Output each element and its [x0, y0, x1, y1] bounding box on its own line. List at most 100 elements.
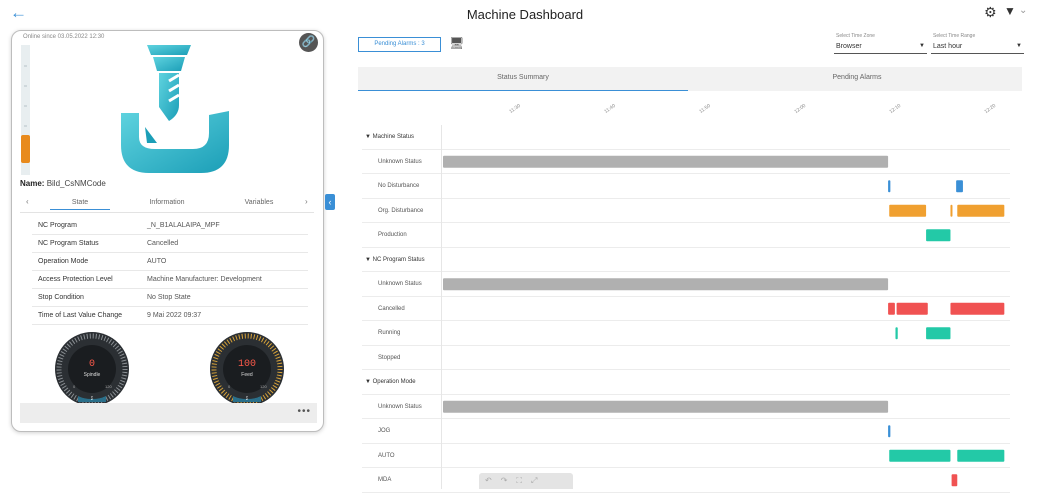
time-range-select[interactable]: Select Time Range Last hour ▼ — [931, 32, 1024, 54]
timeline-row: Running — [362, 321, 1010, 346]
timeline-row-label: Production — [378, 232, 407, 238]
dropdown-arrow-icon: ▼ — [919, 43, 925, 49]
spindle-gauge: 0 Spindle 0 120 Σ — [55, 332, 129, 406]
timeline-row-label: Running — [378, 330, 401, 336]
more-options-icon[interactable]: ••• — [297, 406, 311, 417]
table-row: Access Protection Level Machine Manufactu… — [32, 271, 308, 289]
timeline-row-label: ▼ Operation Mode — [365, 379, 416, 385]
timeline-row-label: ▼ NC Program Status — [365, 256, 425, 263]
row-key: NC Program Status — [38, 240, 99, 247]
time-zone-value: Browser — [836, 43, 862, 50]
row-value: No Stop State — [147, 294, 191, 301]
chevron-down-icon[interactable]: ⌄ — [1019, 5, 1027, 16]
table-row: NC Program Status Cancelled — [32, 235, 308, 253]
timeline-row: JOG — [362, 419, 1010, 444]
filter-icon[interactable]: ▼ — [1004, 4, 1016, 18]
feed-value: 100 — [238, 359, 256, 370]
time-tick: 12:20 — [983, 102, 998, 116]
card-tabs: ‹ State Information Variables › — [20, 193, 314, 213]
timeline-group-row[interactable]: ▼ Operation Mode — [362, 370, 1010, 395]
table-row: Operation Mode AUTO — [32, 253, 308, 271]
tab-status-summary[interactable]: Status Summary — [358, 74, 688, 91]
machine-name-value: Bild_CsNMCode — [46, 179, 106, 188]
top-bar: ← Machine Dashboard ⚙ ▼ ⌄ — [0, 0, 1050, 28]
row-value: 9 Mai 2022 09:37 — [147, 312, 202, 319]
row-key: Time of Last Value Change — [38, 312, 123, 319]
timeline-group-row[interactable]: ▼ Machine Status — [362, 125, 1010, 150]
timeline-row-label: Unknown Status — [378, 403, 422, 410]
timeline-row: Unknown Status — [362, 150, 1010, 174]
row-value: AUTO — [147, 258, 167, 265]
machine-name-label: Name: — [20, 179, 45, 188]
card-footer: ••• — [20, 403, 317, 423]
link-icon[interactable]: 🔗 — [299, 33, 318, 52]
timeline-row-label: ▼ Machine Status — [365, 134, 414, 140]
row-value: Cancelled — [147, 240, 179, 247]
monitor-icon[interactable]: 🖥 — [449, 36, 464, 50]
timeline-row: Production — [362, 223, 1010, 248]
table-row: NC Program _N_B1ALALAIPA_MPF — [32, 217, 308, 235]
machine-logo-icon — [121, 45, 229, 173]
dropdown-arrow-icon: ▼ — [1016, 43, 1022, 49]
time-tick: 12:10 — [888, 102, 903, 116]
chevron-right-icon[interactable]: › — [305, 197, 308, 206]
tab-state[interactable]: State — [50, 199, 110, 210]
row-key: Operation Mode — [38, 258, 89, 265]
summary-tabs: Status Summary Pending Alarms — [358, 67, 1022, 91]
tab-pending-alarms[interactable]: Pending Alarms — [692, 74, 1022, 81]
row-key: NC Program — [38, 222, 77, 229]
timeline-row: No Disturbance — [362, 174, 1010, 199]
timeline-row-label: No Disturbance — [378, 183, 420, 189]
time-tick: 11:50 — [698, 103, 712, 115]
feed-label: Feed — [241, 372, 253, 378]
timeline-row-label: Unknown Status — [378, 281, 422, 287]
collapse-panel-button[interactable]: ‹ — [325, 194, 335, 210]
spindle-max: 120 — [105, 384, 112, 389]
timeline-row: Stopped — [362, 346, 1010, 370]
row-key: Access Protection Level — [38, 276, 113, 283]
page-title: Machine Dashboard — [466, 7, 584, 22]
timeline-row-label: Org. Disturbance — [378, 207, 424, 214]
state-table: NC Program _N_B1ALALAIPA_MPF NC Program S… — [32, 217, 308, 325]
timeline-row: Unknown Status — [362, 272, 1010, 297]
time-range-value: Last hour — [933, 43, 963, 50]
feed-max: 120 — [260, 384, 267, 389]
row-key: Stop Condition — [38, 294, 84, 301]
chart-toolbar[interactable]: ↶↷⛶⤢ — [479, 473, 573, 489]
spindle-value: 0 — [89, 359, 95, 370]
timeline-row: Unknown Status — [362, 395, 1010, 419]
row-value: Machine Manufacturer: Development — [147, 276, 262, 283]
time-tick: 11:30 — [508, 103, 522, 115]
spindle-label: Spindle — [84, 372, 101, 378]
row-value: _N_B1ALALAIPA_MPF — [147, 222, 220, 229]
time-tick: 12:00 — [793, 102, 808, 116]
timeline-row-label: Cancelled — [378, 305, 405, 312]
tab-information[interactable]: Information — [137, 199, 197, 206]
timeline-row-label: JOG — [378, 428, 391, 434]
time-zone-label: Select Time Zone — [836, 33, 875, 39]
timeline-group-row[interactable]: ▼ NC Program Status — [362, 248, 1010, 272]
table-row: Stop Condition No Stop State — [32, 289, 308, 307]
status-timeline: ▼ Machine Status Unknown Status No Disturb… — [362, 125, 1010, 493]
time-tick: 11:40 — [603, 103, 617, 115]
gear-icon[interactable]: ⚙ — [984, 4, 997, 21]
time-range-label: Select Time Range — [933, 33, 976, 39]
machine-name: Name: Bild_CsNMCode — [20, 179, 106, 188]
status-level-bar — [21, 45, 30, 175]
timeline-row-label: MDA — [378, 477, 392, 483]
timeline-row-label: Stopped — [378, 354, 401, 361]
timeline-row-label: AUTO — [378, 452, 395, 459]
feed-gauge: 100 Feed 0 120 Σ — [210, 332, 284, 406]
timeline-row: AUTO — [362, 444, 1010, 468]
table-row: Time of Last Value Change 9 Mai 2022 09:3… — [32, 307, 308, 325]
chevron-left-icon[interactable]: ‹ — [26, 197, 29, 206]
timeline-row: Org. Disturbance — [362, 199, 1010, 223]
timeline-row-label: Unknown Status — [378, 158, 422, 165]
tab-variables[interactable]: Variables — [229, 199, 289, 206]
time-axis: 11:30 11:40 11:50 12:00 12:10 12:20 — [443, 102, 1018, 122]
pending-alarms-button[interactable]: Pending Alarms : 3 — [358, 37, 441, 52]
timeline-row: Cancelled — [362, 297, 1010, 321]
time-zone-select[interactable]: Select Time Zone Browser ▼ — [834, 32, 927, 54]
timeline-divider — [441, 125, 442, 489]
online-since-text: Online since 03.05.2022 12:30 — [23, 34, 105, 40]
